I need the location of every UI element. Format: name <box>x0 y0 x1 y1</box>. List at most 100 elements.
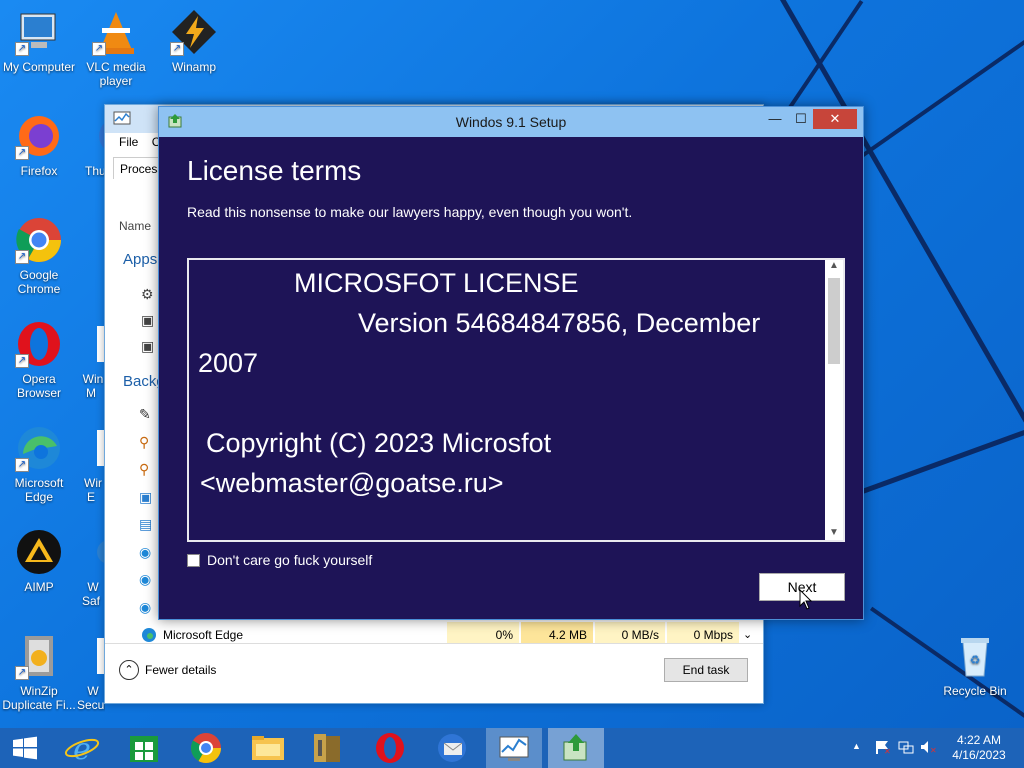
license-line: Copyright (C) 2023 Microsfot <box>206 428 552 458</box>
network-icon[interactable] <box>898 739 914 758</box>
section-apps: Apps <box>123 251 158 268</box>
desktop-icon-label: Microsoft Edge <box>14 476 64 504</box>
thunderbird-icon <box>438 734 466 762</box>
desktop-icon-label: Recycle Bin <box>943 684 1007 698</box>
taskbar-setup[interactable] <box>548 728 604 768</box>
taskbar-chrome[interactable] <box>178 728 234 768</box>
agree-checkbox[interactable] <box>187 554 200 567</box>
opera-icon <box>376 733 404 763</box>
recycle-bin-icon: ♻ <box>951 632 999 680</box>
svg-text:✕: ✕ <box>930 746 936 755</box>
maximize-button[interactable]: ☐ <box>791 109 811 129</box>
chevron-up-icon[interactable]: ⌃ <box>119 660 139 680</box>
desktop-icon-firefox[interactable]: ↗ Firefox <box>0 112 78 178</box>
taskbar-ie[interactable]: e <box>54 728 110 768</box>
app-icon <box>91 528 105 576</box>
taskbar-opera[interactable] <box>362 728 418 768</box>
column-name-header[interactable]: Name <box>119 219 151 233</box>
desktop-icon-winamp[interactable]: ↗ Winamp <box>155 8 233 74</box>
desktop-icon-label: Thu <box>85 164 105 178</box>
scroll-up-icon[interactable]: ▲ <box>829 260 839 271</box>
file-explorer-icon <box>252 736 284 760</box>
desktop-icon-chrome[interactable]: ↗ Google Chrome <box>0 216 78 296</box>
search-icon: ⚲ <box>139 433 150 450</box>
taskbar-thunderbird[interactable] <box>424 728 480 768</box>
desktop-icon-label: Wir E <box>84 476 102 504</box>
mouse-cursor-icon <box>799 588 813 616</box>
taskbar-archive[interactable] <box>300 728 356 768</box>
app-icon <box>91 424 105 472</box>
desktop-icon-wir-e[interactable]: Wir E <box>77 424 105 504</box>
taskmgr-icon <box>499 736 529 761</box>
desktop-icon-w-secur[interactable]: W Secur... <box>77 632 105 712</box>
firefox-icon: ↗ <box>15 112 63 160</box>
ie-icon: e <box>64 732 100 767</box>
app-icon: ▣ <box>139 488 153 505</box>
scroll-down-icon[interactable]: ⌄ <box>743 628 752 641</box>
volume-muted-icon[interactable]: ✕ <box>920 739 937 758</box>
clock-time: 4:22 AM <box>956 733 1002 747</box>
license-text-box[interactable]: MICROSFOT LICENSE Version 54684847856, D… <box>187 258 845 542</box>
task-manager-icon <box>113 111 131 132</box>
desktop-icon-label: My Computer <box>2 60 76 74</box>
edge-icon: ◉ <box>139 598 152 615</box>
agree-checkbox-label[interactable]: Don't care go fuck yourself <box>207 552 372 568</box>
taskbar-task-manager[interactable] <box>486 728 542 768</box>
desktop-icon-edge[interactable]: ↗ Microsoft Edge <box>0 424 78 504</box>
action-center-icon[interactable]: ✕ <box>874 739 891 758</box>
desktop-icon-win-m[interactable]: Win M <box>77 320 105 400</box>
desktop: ↗ My Computer ↗ VLC media player ↗ Winam… <box>0 0 1024 728</box>
clock[interactable]: 4:22 AM 4/16/2023 <box>948 733 1010 763</box>
taskbar-store[interactable] <box>116 728 172 768</box>
desktop-icon-aimp[interactable]: AIMP <box>0 528 78 594</box>
desktop-icon-label: Firefox <box>20 164 58 178</box>
desktop-icon-label: AIMP <box>24 580 54 594</box>
desktop-icon-opera[interactable]: ↗ Opera Browser <box>0 320 78 400</box>
desktop-icon-my-computer[interactable]: ↗ My Computer <box>0 8 78 74</box>
edge-icon: ↗ <box>15 424 63 472</box>
setup-content: License terms Read this nonsense to make… <box>165 137 857 613</box>
setup-icon <box>563 734 587 761</box>
app-icon: ▣ <box>141 338 155 354</box>
desktop-icon-label: VLC media player <box>86 60 146 88</box>
background-process-icons: ✎ ⚲ ⚲ ▣ ▤ ◉ ◉ ◉ <box>139 401 152 621</box>
svg-text:e: e <box>73 732 91 767</box>
license-scrollbar[interactable]: ▲ ▼ <box>825 260 843 540</box>
aimp-icon <box>15 528 63 576</box>
vlc-icon: ↗ <box>92 8 140 56</box>
desktop-icon-winzip[interactable]: ↗ WinZip Duplicate Fi... <box>0 632 78 712</box>
edge-icon: ◉ <box>139 571 152 587</box>
taskbar: e ▲ ✕ ✕ 4:22 AM 4/16/2023 <box>0 728 1024 768</box>
chrome-icon <box>190 733 221 764</box>
minimize-button[interactable]: — <box>765 109 785 129</box>
computer-icon: ↗ <box>15 8 63 56</box>
desktop-icon-label: Google Chrome <box>17 268 61 296</box>
desktop-icon-label: Win M <box>82 372 104 400</box>
desktop-icon-vlc[interactable]: ↗ VLC media player <box>77 8 155 88</box>
process-icons: ⚙ ▣ ▣ <box>141 281 154 359</box>
taskbar-file-explorer[interactable] <box>240 728 296 768</box>
svg-text:♻: ♻ <box>970 653 981 667</box>
desktop-icon-thunderbird[interactable]: Thu <box>77 112 105 178</box>
store-icon <box>130 736 158 762</box>
menu-file[interactable]: File <box>119 135 138 149</box>
show-hidden-icons-icon[interactable]: ▲ <box>852 741 861 751</box>
license-line: 2007 <box>198 348 259 378</box>
scroll-down-icon[interactable]: ▼ <box>829 527 839 538</box>
task-manager-footer: ⌃ Fewer details End task <box>105 643 763 703</box>
app-icon <box>91 632 105 680</box>
desktop-icon-w-saf[interactable]: W Saf <box>77 528 105 608</box>
winzip-icon: ↗ <box>15 632 63 680</box>
setup-titlebar[interactable]: Windos 9.1 Setup — ☐ ✕ <box>159 107 863 137</box>
app-icon <box>91 320 105 368</box>
desktop-icon-recycle-bin[interactable]: ♻ Recycle Bin <box>936 632 1014 698</box>
start-button[interactable] <box>0 728 56 768</box>
settings-icon: ⚙ <box>141 286 154 302</box>
fewer-details-link[interactable]: Fewer details <box>145 663 216 677</box>
close-button[interactable]: ✕ <box>813 109 857 129</box>
scroll-thumb[interactable] <box>828 278 840 364</box>
end-task-button[interactable]: End task <box>664 658 748 682</box>
app-icon: ▤ <box>139 516 153 532</box>
page-title: License terms <box>187 155 362 186</box>
setup-window-title: Windos 9.1 Setup <box>455 114 567 130</box>
